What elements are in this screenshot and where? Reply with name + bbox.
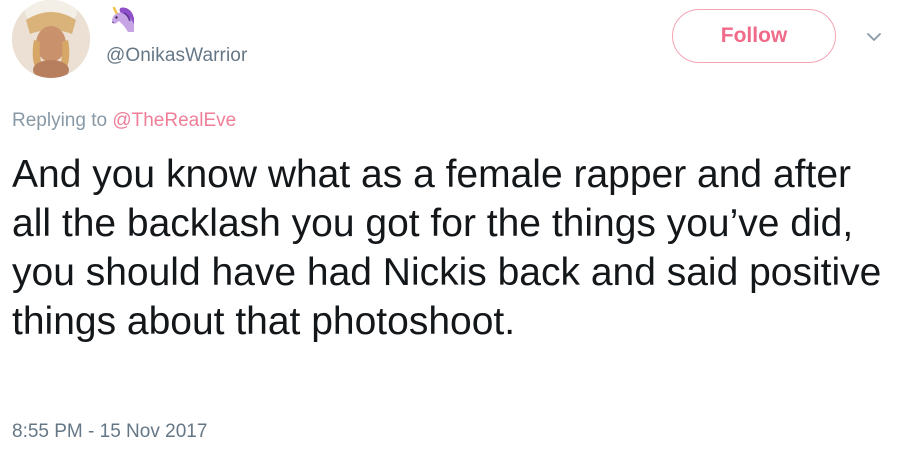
avatar[interactable] <box>12 0 90 78</box>
replying-to-label: Replying to <box>12 110 113 131</box>
follow-button[interactable]: Follow <box>672 9 836 63</box>
replying-to: Replying to @TheRealEve <box>12 110 236 132</box>
user-handle[interactable]: @OnikasWarrior <box>106 45 247 67</box>
profile-photo <box>12 0 90 78</box>
tweet-text: And you know what as a female rapper and… <box>12 153 882 343</box>
unicorn-icon <box>111 6 134 32</box>
reply-mention-link[interactable]: @TheRealEve <box>112 110 236 131</box>
chevron-down-icon[interactable] <box>864 27 884 47</box>
tweet-timestamp[interactable]: 8:55 PM - 15 Nov 2017 <box>12 421 207 443</box>
